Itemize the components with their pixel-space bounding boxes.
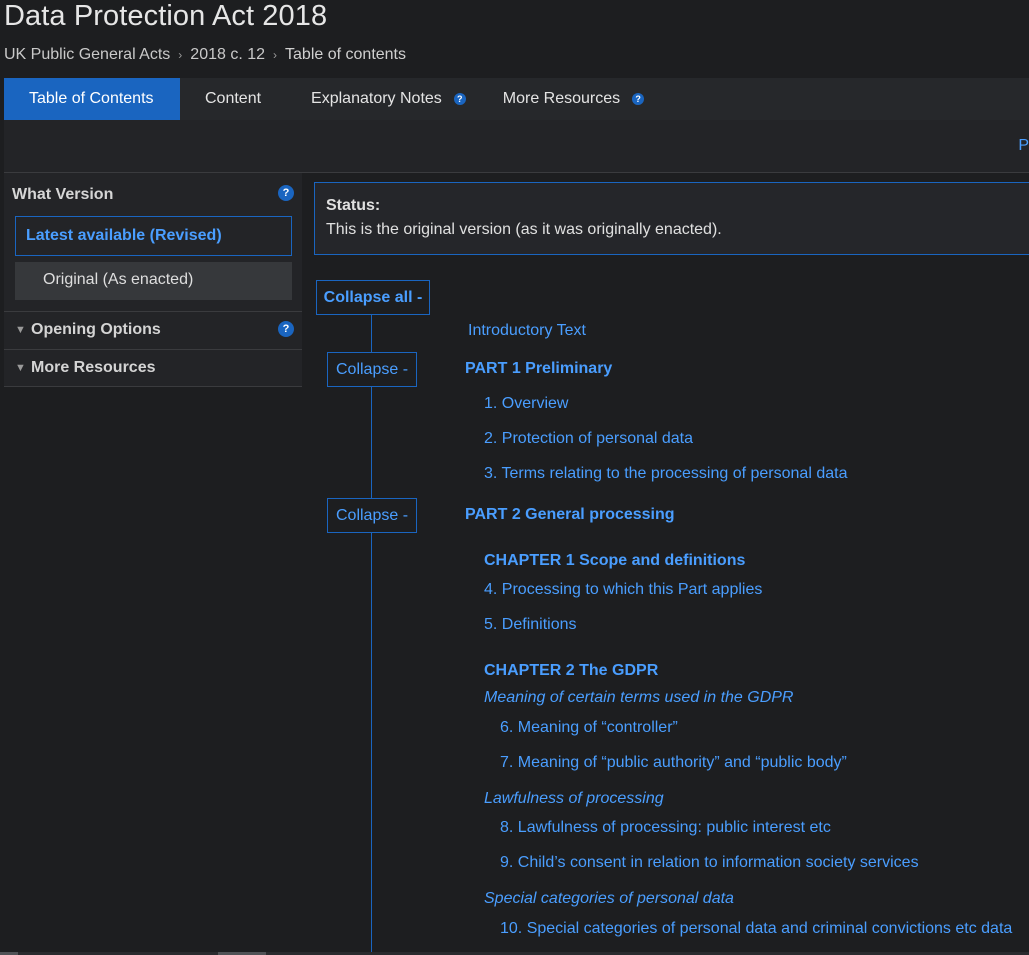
- tab-explanatory-notes[interactable]: Explanatory Notes ?: [286, 78, 491, 120]
- toc-item-link[interactable]: 5. Definitions: [484, 616, 577, 634]
- print-link[interactable]: P: [1018, 137, 1029, 155]
- collapse-part1-button[interactable]: Collapse -: [327, 352, 417, 387]
- toc-chapter1-link[interactable]: CHAPTER 1 Scope and definitions: [484, 552, 745, 570]
- page-title: Data Protection Act 2018: [4, 0, 328, 32]
- triangle-down-icon: ▼: [15, 324, 26, 336]
- tab-bar: Table of Contents Content Explanatory No…: [4, 78, 1029, 127]
- collapse-all-button[interactable]: Collapse all -: [316, 280, 430, 315]
- toc-item-link[interactable]: 10. Special categories of personal data …: [500, 920, 1012, 938]
- tab-more-resources[interactable]: More Resources ?: [491, 78, 656, 120]
- tab-label: More Resources: [502, 90, 621, 107]
- toc-item-link[interactable]: 8. Lawfulness of processing: public inte…: [500, 819, 831, 837]
- breadcrumb-item-current: Table of contents: [285, 46, 406, 63]
- help-icon[interactable]: ?: [632, 93, 645, 105]
- tab-label: Table of Contents: [29, 90, 154, 107]
- toolbar: P: [4, 120, 1029, 173]
- toc-chapter2-link[interactable]: CHAPTER 2 The GDPR: [484, 662, 658, 680]
- opening-options-label: Opening Options: [31, 321, 161, 338]
- toc-item-link[interactable]: 9. Child’s consent in relation to inform…: [500, 854, 919, 872]
- toc-intro-link[interactable]: Introductory Text: [468, 322, 586, 340]
- toc-item-link[interactable]: 1. Overview: [484, 395, 568, 413]
- tab-label: Explanatory Notes: [311, 90, 442, 107]
- breadcrumb: UK Public General Acts › 2018 c. 12 › Ta…: [4, 46, 406, 64]
- tab-table-of-contents[interactable]: Table of Contents: [4, 78, 180, 127]
- version-latest-button[interactable]: Latest available (Revised): [15, 216, 292, 256]
- toc-item-link[interactable]: 7. Meaning of “public authority” and “pu…: [500, 754, 847, 772]
- chevron-right-icon: ›: [273, 48, 278, 62]
- help-icon[interactable]: ?: [278, 321, 294, 337]
- sidebar: What Version ? Latest available (Revised…: [4, 173, 302, 387]
- tab-label: Content: [205, 90, 262, 107]
- tree-connector-line: [371, 315, 372, 955]
- tab-content[interactable]: Content: [180, 78, 286, 120]
- status-box: Status: This is the original version (as…: [314, 182, 1029, 255]
- version-original-button[interactable]: Original (As enacted): [15, 262, 292, 300]
- toc-part2-link[interactable]: PART 2 General processing: [465, 506, 675, 524]
- status-label: Status:: [326, 197, 381, 214]
- toc-crossheading-link[interactable]: Special categories of personal data: [484, 890, 734, 908]
- toc-part1-link[interactable]: PART 1 Preliminary: [465, 360, 612, 378]
- opening-options-toggle[interactable]: ▼ Opening Options ?: [4, 311, 302, 348]
- toc-item-link[interactable]: 2. Protection of personal data: [484, 430, 693, 448]
- what-version-heading: What Version: [12, 186, 114, 203]
- help-icon[interactable]: ?: [453, 93, 466, 105]
- toc-crossheading-link[interactable]: Meaning of certain terms used in the GDP…: [484, 689, 793, 707]
- toc-crossheading-link[interactable]: Lawfulness of processing: [484, 790, 664, 808]
- breadcrumb-item-acts[interactable]: UK Public General Acts: [4, 46, 170, 64]
- toc-item-link[interactable]: 4. Processing to which this Part applies: [484, 581, 762, 599]
- chevron-right-icon: ›: [178, 48, 183, 62]
- toc-item-link[interactable]: 3. Terms relating to the processing of p…: [484, 465, 847, 483]
- toc-item-link[interactable]: 6. Meaning of “controller”: [500, 719, 678, 737]
- more-resources-toggle[interactable]: ▼ More Resources: [4, 349, 302, 386]
- breadcrumb-item-chapter[interactable]: 2018 c. 12: [190, 46, 265, 64]
- triangle-down-icon: ▼: [15, 362, 26, 374]
- collapse-part2-button[interactable]: Collapse -: [327, 498, 417, 533]
- more-resources-label: More Resources: [31, 359, 156, 376]
- help-icon[interactable]: ?: [278, 185, 294, 201]
- status-text: This is the original version (as it was …: [326, 221, 722, 238]
